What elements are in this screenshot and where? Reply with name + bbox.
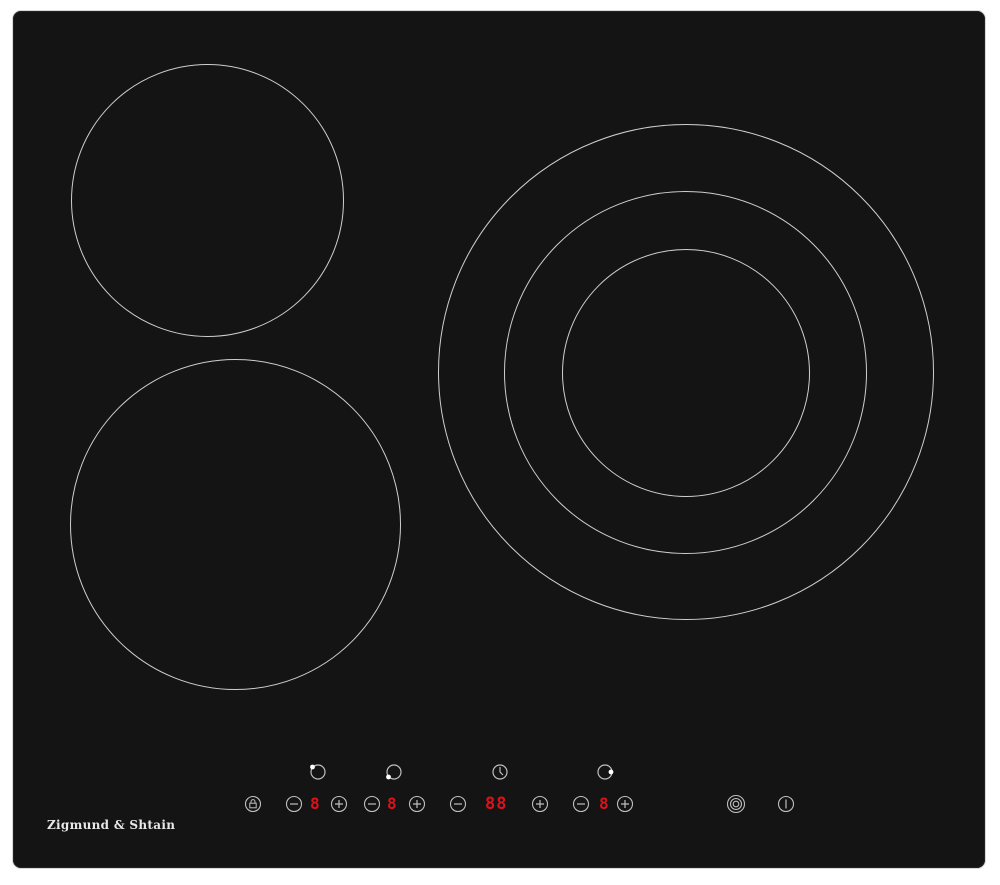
dual-zone-icon[interactable]: [726, 794, 746, 814]
zone-selector-bottom-left-icon[interactable]: [384, 762, 404, 782]
timer-clock-icon[interactable]: [490, 762, 510, 782]
zone2-power-display: 8: [387, 794, 398, 813]
zone2-minus-icon[interactable]: [363, 795, 381, 813]
zone-selector-right-icon[interactable]: [595, 762, 615, 782]
zone3-power-display: 8: [599, 794, 610, 813]
cooking-zone-right-inner: [562, 249, 810, 497]
zone2-plus-icon[interactable]: [408, 795, 426, 813]
timer-plus-icon[interactable]: [531, 795, 549, 813]
zone3-plus-icon[interactable]: [616, 795, 634, 813]
zone-selector-top-left-icon[interactable]: [308, 762, 328, 782]
lock-icon[interactable]: [244, 795, 262, 813]
zone3-minus-icon[interactable]: [572, 795, 590, 813]
power-icon[interactable]: [777, 795, 795, 813]
zone1-minus-icon[interactable]: [285, 795, 303, 813]
zone1-plus-icon[interactable]: [330, 795, 348, 813]
zone1-power-display: 8: [310, 794, 321, 813]
brand-logo: Zigmund & Shtain: [47, 818, 176, 832]
timer-display: 88: [485, 794, 508, 814]
cooktop-glass: 8 8 88 8: [13, 11, 985, 868]
cooking-zone-top-left: [71, 64, 344, 337]
cooking-zone-bottom-left: [70, 359, 401, 690]
timer-minus-icon[interactable]: [449, 795, 467, 813]
